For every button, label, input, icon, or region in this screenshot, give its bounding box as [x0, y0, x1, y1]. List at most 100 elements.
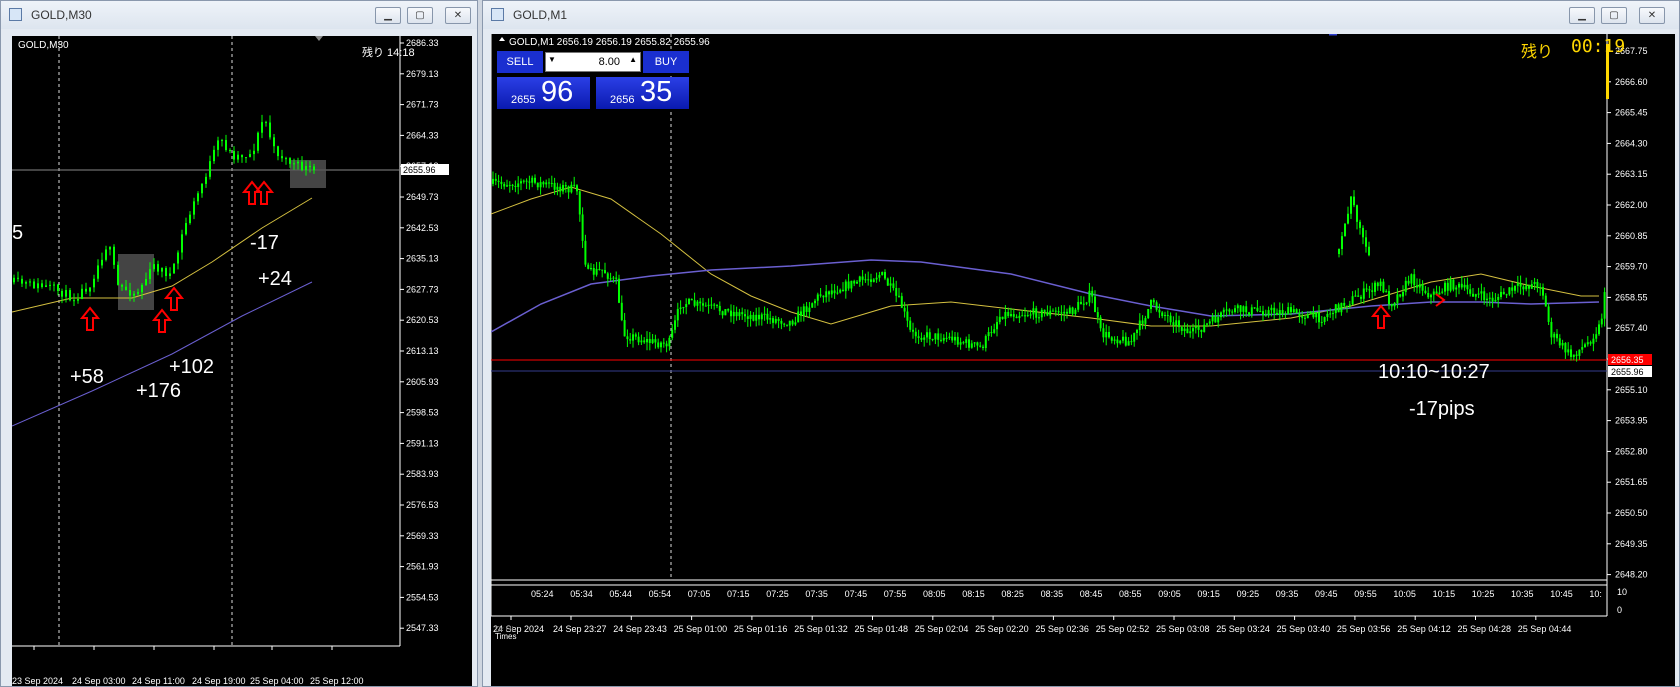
right-candle-body [679, 307, 682, 309]
right-candle-body [564, 185, 567, 187]
right-candle-body [1231, 311, 1234, 313]
left-candle-body [165, 268, 167, 277]
right-candle-body [1542, 287, 1544, 296]
right-candle-body [1458, 283, 1460, 288]
left-candle-body [161, 268, 163, 272]
left-time-tick-label: 24 Sep 03:00 [72, 676, 126, 686]
right-candle-body [1407, 280, 1410, 284]
right-price-chart[interactable]: 2667.75 2666.60 2665.45 2664.30 2663.15 2662.… [491, 34, 1675, 686]
right-title-bar[interactable]: GOLD,M1 ▁ ▢ ✕ [483, 1, 1679, 29]
right-candle-body [494, 178, 497, 181]
right-candle-body [1561, 343, 1564, 346]
right-candle-body [1032, 308, 1035, 315]
left-title-bar[interactable]: GOLD,M30 ▁ ▢ ✕ [1, 1, 477, 29]
buy-button[interactable]: BUY [643, 51, 689, 73]
right-candle-body [1035, 308, 1038, 318]
right-candle-body [965, 339, 968, 343]
minimize-button[interactable]: ▁ [375, 7, 401, 24]
left-candle-body [141, 284, 143, 293]
lot-decrease-icon[interactable]: ▼ [548, 55, 556, 64]
right-candle-body [1514, 285, 1516, 291]
left-candle-body [57, 284, 59, 291]
right-time-upper-label: 09:25 [1237, 589, 1260, 599]
right-price-tick-label: 2658.55 [1615, 292, 1648, 302]
right-candle-body [545, 182, 548, 185]
lot-size-input[interactable]: ▼ 8.00 ▲ [545, 52, 641, 72]
left-candle-body [85, 288, 87, 292]
right-candle-body [1556, 333, 1558, 339]
right-candle-body [1368, 246, 1370, 256]
right-candle-body [615, 277, 618, 279]
right-candle-body [839, 289, 842, 293]
chart-window-icon [491, 8, 504, 21]
right-candle-body [1427, 292, 1430, 298]
maximize-button[interactable]: ▢ [1601, 7, 1627, 24]
right-chart-window[interactable]: GOLD,M1 ▁ ▢ ✕ 2667.75 2666.60 2665.45 2664.… [482, 0, 1680, 687]
right-candle-body [1306, 314, 1309, 319]
right-candle-body [1502, 291, 1505, 295]
left-candle-body [277, 146, 279, 157]
left-chart-window[interactable]: GOLD,M30 ▁ ▢ ✕ 2686.33 2679.13 2671.73 2664… [0, 0, 478, 687]
right-candle-body [1029, 314, 1032, 316]
right-candle-body [1309, 311, 1312, 315]
right-candle-body [1183, 328, 1186, 332]
right-candle-body [1038, 317, 1040, 319]
right-candle-body [556, 186, 559, 190]
right-candle-body [1444, 282, 1446, 292]
left-price-tick-label: 2598.53 [406, 408, 439, 418]
right-candle-body [923, 337, 926, 340]
right-candle-body [1500, 291, 1502, 298]
right-candle-body [926, 332, 928, 338]
right-time-upper-label: 08:45 [1080, 589, 1103, 599]
right-candle-body [878, 274, 881, 278]
right-candle-body [1228, 309, 1231, 312]
right-candle-body [1178, 320, 1180, 328]
right-candle-body [1494, 299, 1497, 302]
right-candle-body [853, 280, 856, 284]
right-candle-body [1359, 221, 1361, 228]
right-candle-body [895, 288, 898, 296]
right-candle-body [746, 316, 749, 319]
right-candle-body [548, 182, 550, 184]
left-chart-canvas: 2686.332679.132671.732664.332657.132649.… [12, 36, 449, 686]
right-candle-body [534, 177, 536, 183]
right-candle-body [1270, 307, 1273, 311]
ask-price-box[interactable]: 2656 35 [596, 76, 689, 109]
right-candle-body [749, 314, 752, 319]
right-candle-body [1371, 290, 1374, 292]
right-price-tick-label: 2651.65 [1615, 477, 1648, 487]
right-candle-body [1147, 308, 1150, 319]
right-candle-body [1344, 223, 1346, 237]
right-candle-body [1343, 302, 1346, 306]
left-candle-body [221, 140, 223, 142]
sell-button[interactable]: SELL [497, 51, 543, 73]
maximize-button[interactable]: ▢ [407, 7, 433, 24]
right-candle-body [1533, 281, 1536, 285]
close-button[interactable]: ✕ [1639, 7, 1665, 24]
annotation-plus-176: +176 [136, 380, 182, 402]
right-candle-body [1323, 317, 1326, 322]
lot-increase-icon[interactable]: ▲ [629, 55, 637, 64]
right-candle-body [1449, 279, 1452, 291]
right-time-upper-label: 05:24 [531, 589, 554, 599]
right-candle-body [1172, 322, 1175, 326]
right-candle-body [1211, 316, 1214, 322]
right-candle-body [1192, 328, 1194, 332]
right-candle-body [640, 340, 643, 343]
left-candle-body [229, 150, 231, 152]
right-candle-body [755, 314, 758, 321]
left-candle-body [53, 284, 55, 286]
right-candle-body [993, 329, 996, 333]
left-price-chart[interactable]: 2686.332679.132671.732664.332657.132649.… [12, 36, 472, 686]
right-candle-body [752, 314, 755, 321]
right-time-lower-label: 25 Sep 02:20 [975, 624, 1029, 634]
right-candle-body [1200, 329, 1203, 332]
right-candle-body [1581, 347, 1584, 350]
right-candle-body [618, 278, 620, 303]
right-candle-body [1362, 227, 1364, 238]
close-button[interactable]: ✕ [445, 7, 471, 24]
right-candle-body [973, 342, 976, 344]
bid-price-box[interactable]: 2655 96 [497, 76, 590, 109]
left-price-tick-label: 2605.93 [406, 377, 439, 387]
minimize-button[interactable]: ▁ [1569, 7, 1595, 24]
